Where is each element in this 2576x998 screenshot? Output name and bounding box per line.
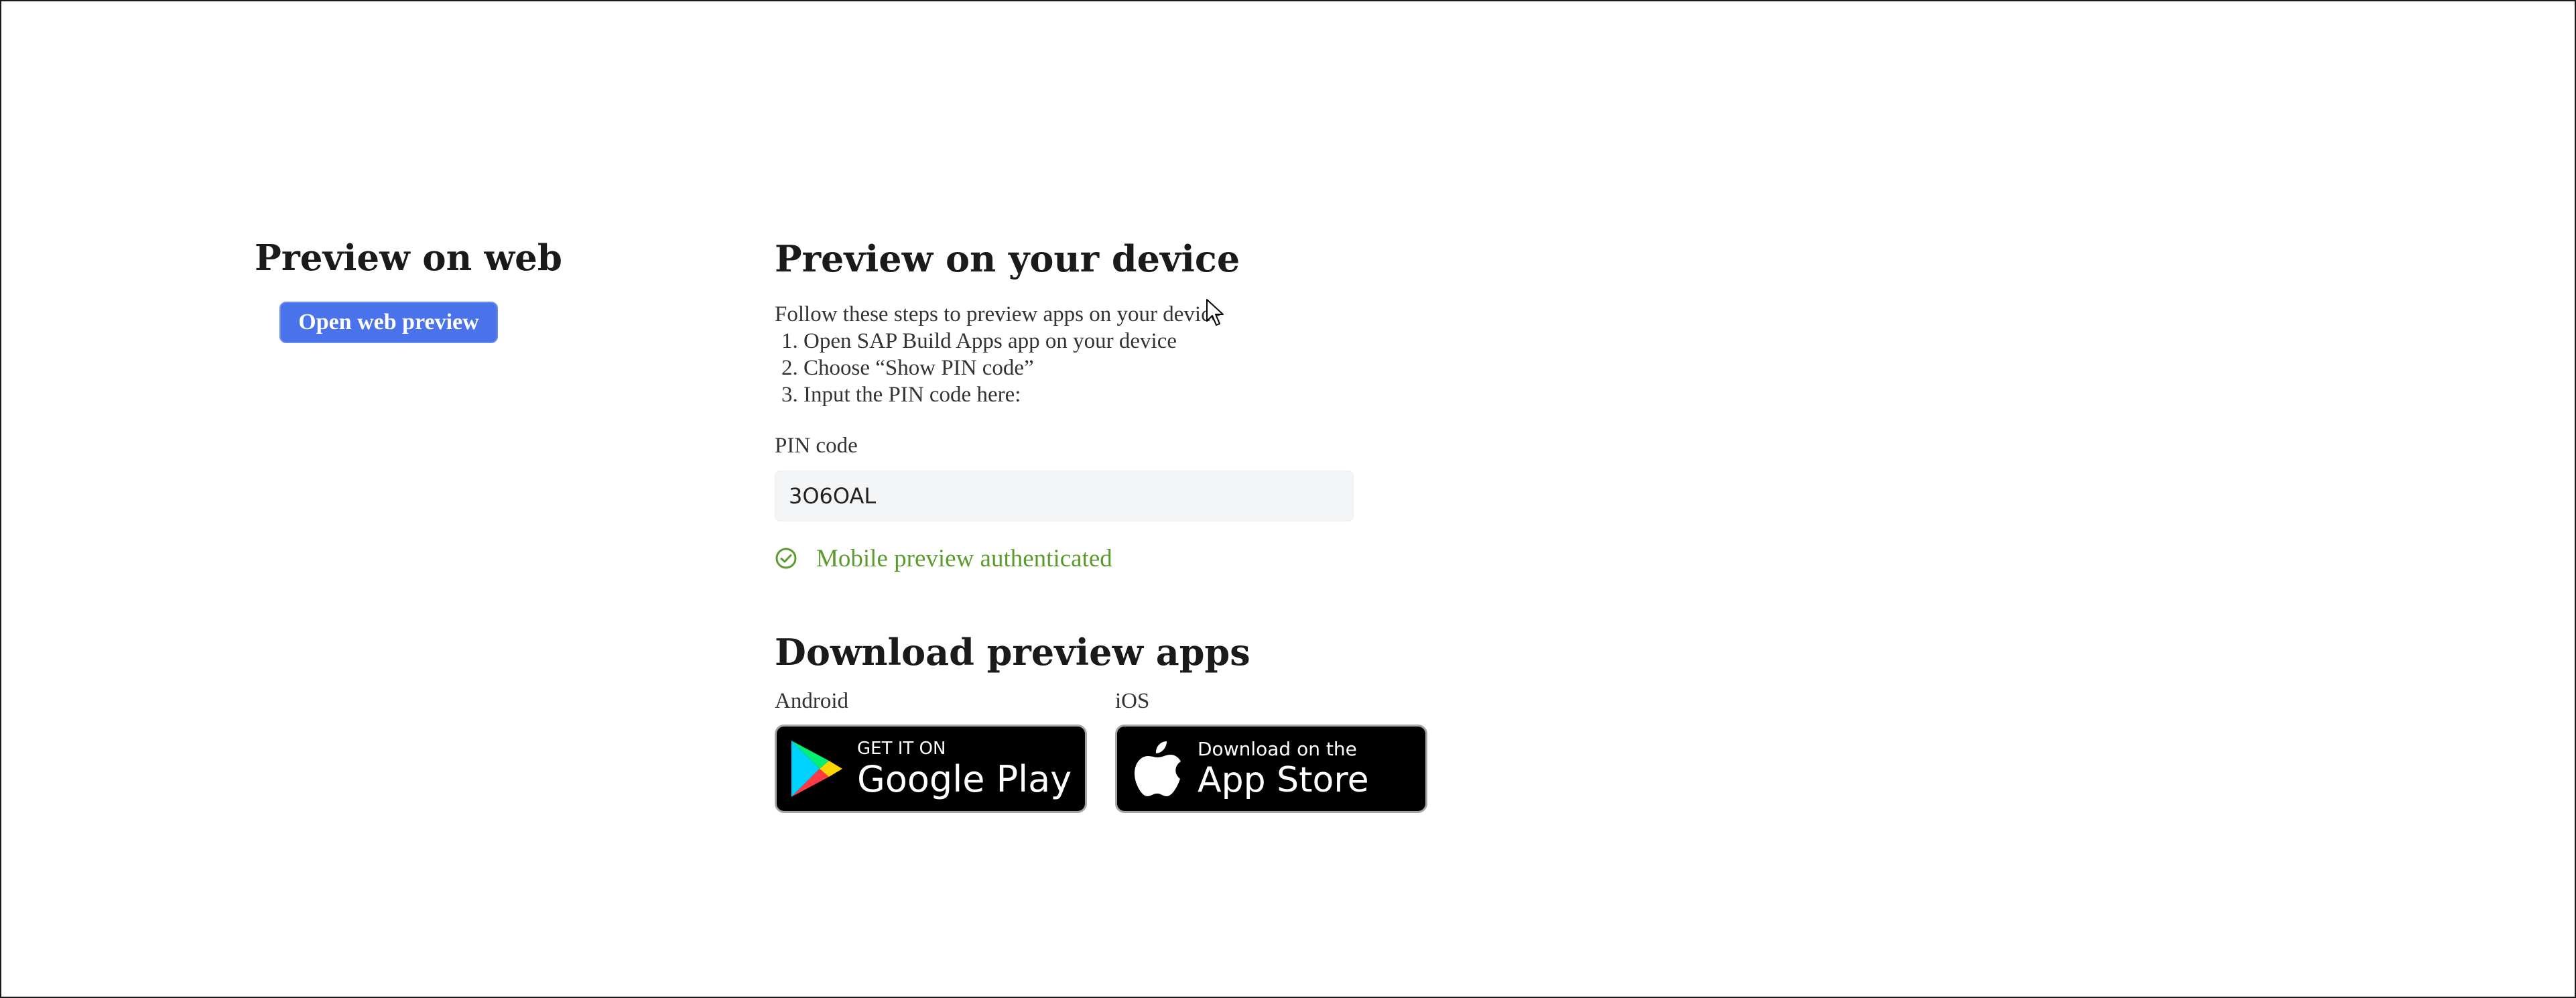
ios-label: iOS [1115, 688, 1150, 713]
ios-store: iOS Download on the App Store [1115, 689, 1427, 813]
google-play-icon [777, 738, 857, 800]
apple-icon [1117, 739, 1198, 799]
store-badges: Android GET IT ON Google Play iOS Downlo… [775, 689, 1445, 813]
steps-intro: Follow these steps to preview apps on yo… [775, 302, 1221, 326]
google-play-small-text: GET IT ON [857, 738, 946, 759]
open-web-preview-button[interactable]: Open web preview [279, 301, 498, 343]
device-preview-section: Preview on your device Follow these step… [775, 237, 1445, 813]
app-store-big-text: App Store [1198, 759, 1369, 800]
pin-code-input[interactable] [775, 470, 1354, 521]
auth-status: Mobile preview authenticated [775, 544, 1445, 573]
step-item: Input the PIN code here: [803, 381, 1445, 408]
device-preview-title: Preview on your device [775, 237, 1240, 280]
android-label: Android [775, 688, 848, 713]
pin-code-label: PIN code [775, 433, 858, 458]
app-store-small-text: Download on the [1198, 737, 1357, 760]
preview-steps: Follow these steps to preview apps on yo… [775, 301, 1445, 408]
steps-list: Open SAP Build Apps app on your device C… [775, 328, 1445, 408]
step-item: Open SAP Build Apps app on your device [803, 328, 1445, 355]
app-frame: Preview on web Open web preview Preview … [0, 0, 2576, 998]
web-preview-title: Preview on web [255, 237, 562, 279]
android-store: Android GET IT ON Google Play [775, 689, 1087, 813]
auth-status-text: Mobile preview authenticated [816, 544, 1112, 572]
mouse-cursor-icon [1206, 299, 1224, 326]
step-item: Choose “Show PIN code” [803, 355, 1445, 381]
app-store-badge[interactable]: Download on the App Store [1115, 724, 1427, 813]
web-preview-section: Preview on web Open web preview [255, 237, 562, 343]
google-play-big-text: Google Play [857, 757, 1072, 800]
check-circle-icon [775, 548, 797, 569]
download-title: Download preview apps [775, 630, 1250, 674]
google-play-badge[interactable]: GET IT ON Google Play [775, 724, 1087, 813]
